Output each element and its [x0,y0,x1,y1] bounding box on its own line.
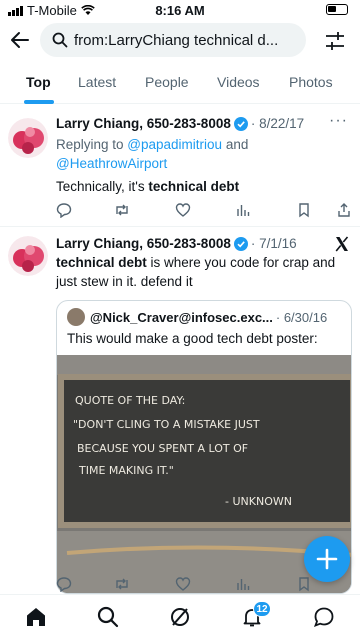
home-icon[interactable] [24,605,48,629]
tweet-text: technical debt is where you code for cra… [56,255,336,289]
tweet[interactable]: Larry Chiang, 650-283-8008 · 8/22/17 ···… [0,112,360,226]
quoted-date: · 6/30/16 [275,309,328,325]
verified-badge-icon [233,116,248,131]
image-text-line: TIME MAKING IT." [78,464,174,477]
avatar[interactable] [8,118,48,158]
grok-icon[interactable] [168,605,192,629]
verified-badge-icon [233,236,248,251]
status-bar: T-Mobile 8:16 AM [0,0,360,22]
tweet-text: Technically, it's technical debt [56,179,240,194]
notifications-badge: 12 [253,601,271,617]
clock: 8:16 AM [155,3,205,18]
reply-icon[interactable] [56,576,72,592]
tweet-date[interactable]: · 7/1/16 [251,236,297,251]
mention-link[interactable]: @papadimitriou [127,137,222,152]
quoted-text: This would make a good tech debt poster: [67,331,318,346]
like-icon[interactable] [175,202,191,218]
search-header: from:LarryChiang technical d... [0,20,360,62]
image-text-line: QUOTE OF THE DAY: [75,394,185,407]
author-name[interactable]: Larry Chiang, 650-283-8008 [56,116,231,131]
filter-settings-icon[interactable] [324,30,346,52]
author-name[interactable]: Larry Chiang, 650-283-8008 [56,236,231,251]
image-text-line: - UNKNOWN [225,495,292,508]
like-icon[interactable] [175,576,191,592]
search-tabs: Top Latest People Videos Photos [0,64,360,104]
x-logo-icon [335,236,349,252]
more-options-icon[interactable]: ··· [329,112,348,130]
retweet-icon[interactable] [114,202,130,218]
tweet-date[interactable]: · 8/22/17 [251,116,304,131]
search-nav-icon[interactable] [96,605,120,629]
tab-photos[interactable]: Photos [289,74,333,90]
quoted-author: @Nick_Craver@infosec.exc... [90,309,273,325]
views-icon[interactable] [235,202,251,218]
bookmark-icon[interactable] [296,202,312,218]
plus-icon [316,548,338,570]
quoted-avatar [67,308,85,326]
tweet-actions [56,202,350,220]
battery-icon [326,4,348,15]
bottom-nav: 12 [0,594,360,640]
tab-people[interactable]: People [145,74,189,90]
mention-link[interactable]: @HeathrowAirport [56,156,167,171]
messages-icon[interactable] [312,605,336,629]
image-text-line: "DON'T CLING TO A MISTAKE JUST [73,418,260,431]
views-icon[interactable] [235,576,251,592]
tab-top[interactable]: Top [26,74,51,90]
tab-videos[interactable]: Videos [217,74,260,90]
tab-latest[interactable]: Latest [78,74,116,90]
share-icon[interactable] [336,202,352,218]
reply-context: Replying to @papadimitriou and @Heathrow… [56,137,249,171]
search-input[interactable]: from:LarryChiang technical d... [40,23,306,57]
avatar[interactable] [8,236,48,276]
image-text-line: BECAUSE YOU SPENT A LOT OF [77,442,248,455]
search-query: from:LarryChiang technical d... [74,31,279,49]
tweet-divider [0,226,360,227]
compose-button[interactable] [304,536,350,582]
reply-icon[interactable] [56,202,72,218]
active-tab-indicator [24,100,54,104]
search-icon [52,32,68,48]
retweet-icon[interactable] [114,576,130,592]
back-arrow-icon[interactable] [8,28,32,52]
